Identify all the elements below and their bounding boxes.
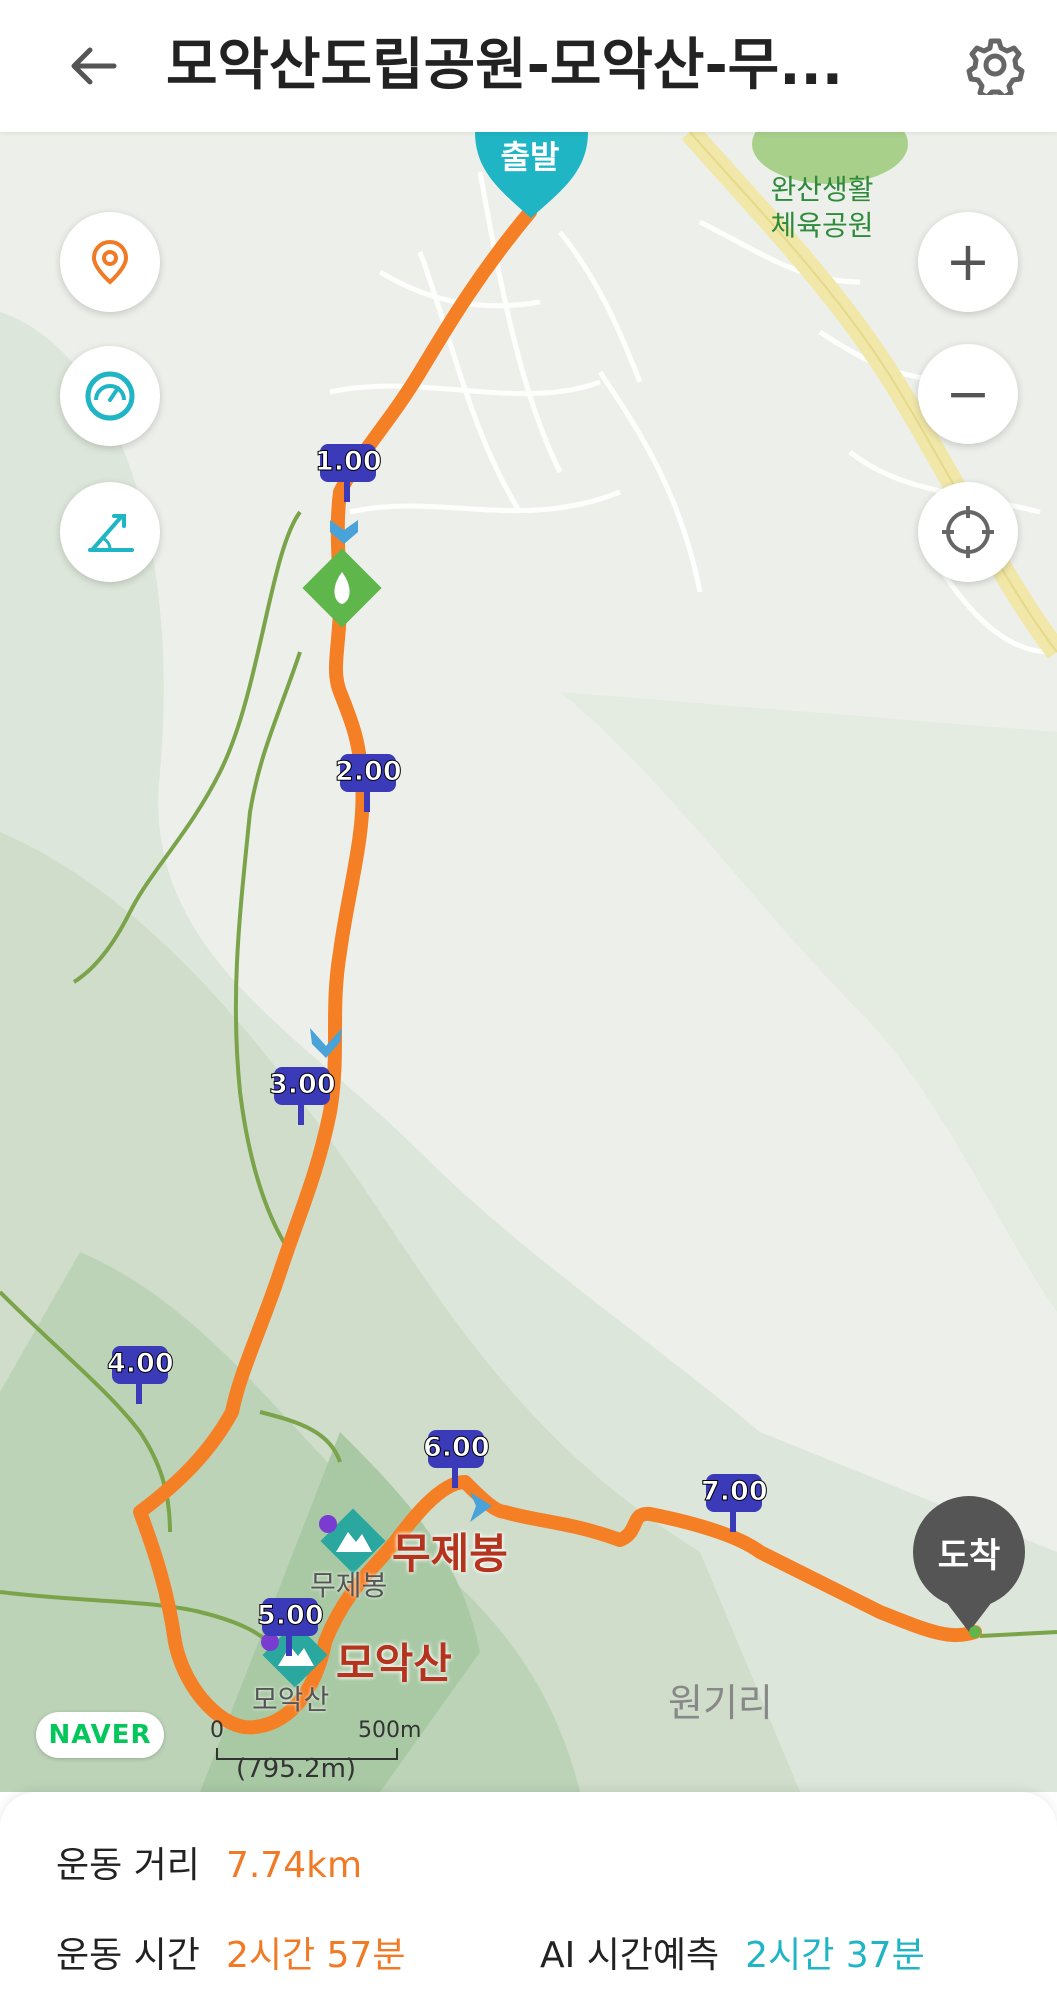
end-label: 도착: [937, 1536, 1001, 1576]
route-map[interactable]: 출발 도착 완산생활 체육공원 무제봉 무제봉 모악산 모악산 원기리 1.00…: [0, 132, 1057, 1792]
village-label: 원기리: [668, 1681, 773, 1725]
back-button[interactable]: [62, 34, 126, 98]
scale-measure: (795.2m): [236, 1754, 357, 1784]
map-canvas: [0, 132, 1057, 1792]
map-scale: 0 500m (795.2m): [210, 1718, 421, 1788]
km-marker-2: 2.00: [335, 756, 403, 788]
scale-left: 0: [210, 1718, 224, 1743]
peak-label-mujebong: 무제봉: [392, 1529, 508, 1578]
park-label: 완산생활 체육공원: [770, 173, 874, 242]
peak-sublabel-moaksan: 모악산: [252, 1683, 330, 1716]
recenter-button[interactable]: [918, 482, 1018, 582]
km-marker-1: 1.00: [315, 446, 383, 478]
ai-estimate-stat: AI 시간예측 2시간 37분: [540, 1926, 925, 1978]
start-label: 출발: [500, 138, 560, 176]
speedometer-icon: [85, 371, 135, 421]
location-button[interactable]: [60, 212, 160, 312]
ai-estimate-value: 2시간 37분: [745, 1935, 925, 1976]
location-pin-icon: [91, 239, 129, 285]
zoom-in-button[interactable]: +: [918, 212, 1018, 312]
distance-value: 7.74km: [225, 1845, 363, 1886]
peak-label-moaksan: 모악산: [336, 1639, 452, 1688]
stats-panel: 운동 거리 7.74km 운동 시간 2시간 57분 AI 시간예측 2시간 37분: [0, 1792, 1057, 2004]
minus-icon: −: [945, 362, 991, 425]
app-header: 모악산도립공원-모악산-무...: [0, 0, 1057, 132]
km-marker-5: 5.00: [257, 1600, 325, 1632]
peak-sublabel-mujebong: 무제봉: [310, 1569, 388, 1602]
back-arrow-icon: [71, 47, 117, 85]
scale-right: 500m: [358, 1718, 422, 1743]
km-marker-3: 3.00: [269, 1069, 337, 1101]
time-label: 운동 시간: [56, 1935, 200, 1976]
crosshair-icon: [942, 506, 994, 558]
km-marker-4: 4.00: [107, 1348, 175, 1380]
distance-stat: 운동 거리 7.74km: [56, 1836, 362, 1888]
zoom-out-button[interactable]: −: [918, 344, 1018, 444]
plus-icon: +: [945, 230, 991, 293]
elevation-slope-icon: [88, 514, 134, 552]
settings-button[interactable]: [960, 30, 1030, 100]
km-marker-6: 6.00: [423, 1432, 491, 1464]
distance-label: 운동 거리: [56, 1845, 200, 1886]
map-provider-logo: NAVER: [36, 1712, 164, 1758]
page-title: 모악산도립공원-모악산-무...: [166, 33, 844, 98]
elevation-button[interactable]: [60, 482, 160, 582]
time-value: 2시간 57분: [225, 1935, 406, 1976]
speed-button[interactable]: [60, 346, 160, 446]
time-stat: 운동 시간 2시간 57분: [56, 1926, 405, 1978]
ai-estimate-label: AI 시간예측: [540, 1935, 720, 1976]
km-marker-7: 7.00: [701, 1476, 769, 1508]
gear-icon: [966, 38, 1025, 95]
